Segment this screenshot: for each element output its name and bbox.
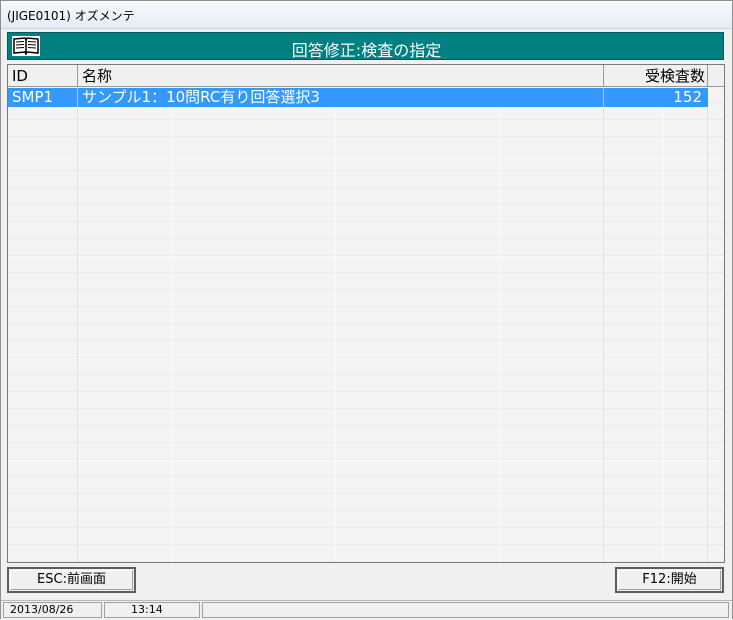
- status-time: 13:14: [104, 602, 200, 618]
- cell-id: SMP1: [8, 88, 78, 107]
- column-header-name[interactable]: 名称: [78, 65, 604, 87]
- exam-list-grid[interactable]: ID 名称 受検査数 SMP1 サンプル1：10問RC有り回答選択3 152: [7, 64, 725, 563]
- cell-name: サンプル1：10問RC有り回答選択3: [78, 88, 604, 107]
- f12-start-button[interactable]: F12:開始: [615, 567, 724, 593]
- f12-start-label: F12:開始: [642, 572, 697, 587]
- column-header-id[interactable]: ID: [8, 65, 78, 87]
- column-header-count[interactable]: 受検査数: [604, 65, 708, 87]
- window-title: (JIGE0101) オズメンテ: [7, 9, 135, 23]
- column-header-filler: [708, 65, 724, 87]
- status-extra: [202, 602, 729, 618]
- cell-count: 152: [673, 88, 702, 106]
- table-row[interactable]: SMP1 サンプル1：10問RC有り回答選択3 152: [8, 88, 708, 107]
- esc-back-button[interactable]: ESC:前画面: [7, 567, 136, 593]
- title-bar: (JIGE0101) オズメンテ: [1, 1, 732, 29]
- status-date: 2013/08/26: [3, 602, 102, 618]
- main-window: (JIGE0101) オズメンテ 回答修正:検査の指定 ID 名称 受検査数 S…: [0, 0, 733, 620]
- status-bar: 2013/08/26 13:14: [1, 600, 732, 620]
- screen-header: 回答修正:検査の指定: [7, 32, 724, 60]
- esc-back-label: ESC:前画面: [37, 572, 106, 587]
- grid-line: [707, 88, 708, 562]
- grid-line: [603, 88, 604, 562]
- screen-title: 回答修正:検査の指定: [291, 41, 442, 60]
- grid-background: [8, 88, 724, 562]
- grid-line: [77, 88, 78, 562]
